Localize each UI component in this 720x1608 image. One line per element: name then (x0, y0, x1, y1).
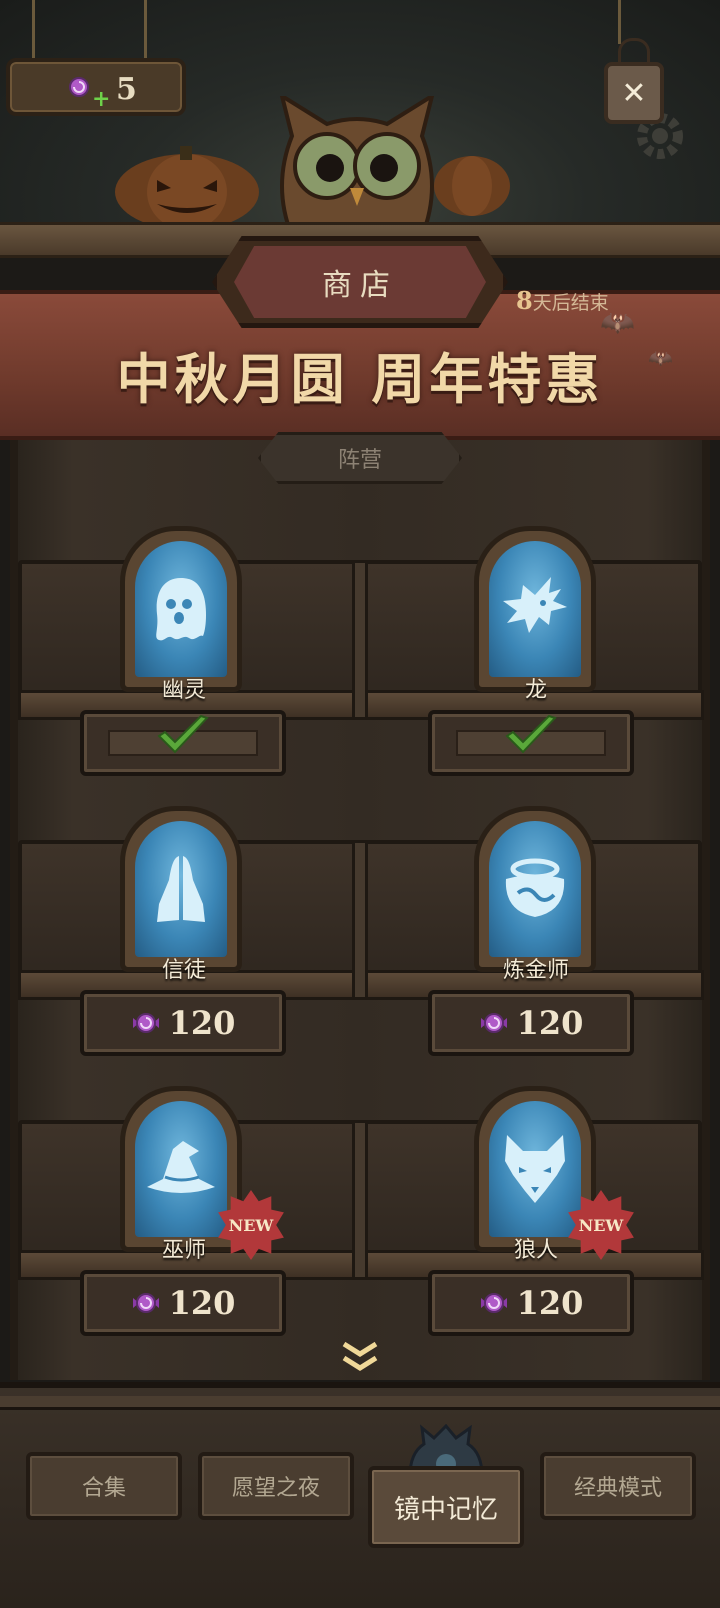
shop-item-believer[interactable] (120, 806, 242, 972)
price: 120 (516, 1284, 584, 1322)
checkmark-icon (157, 714, 209, 754)
days-left: 8 (516, 286, 533, 315)
item-label: 幽灵 (161, 678, 206, 703)
item-card-glass (489, 1101, 581, 1237)
item-card-glass (135, 1101, 227, 1237)
tab-faction[interactable]: 阵营 (258, 432, 462, 484)
rope (32, 0, 35, 62)
candy-icon (480, 1013, 507, 1033)
event-countdown: 8天后结束 (516, 286, 609, 315)
tab-wish-night[interactable]: 愿望之夜 (198, 1452, 354, 1520)
item-label: 信徒 (161, 958, 206, 983)
dragon-icon (503, 577, 567, 633)
close-icon: ✕ (621, 75, 647, 111)
scroll-down-icon[interactable] (336, 1340, 384, 1374)
shop-item-wizard[interactable] (120, 1086, 242, 1252)
candy-icon (132, 1013, 159, 1033)
candy-icon (480, 1293, 507, 1313)
tab-classic-mode[interactable]: 经典模式 (540, 1452, 696, 1520)
price: 120 (168, 1004, 236, 1042)
item-card-glass (489, 821, 581, 957)
pumpkin-icon (434, 156, 510, 216)
add-icon: + (92, 86, 111, 112)
shop-item-dragon[interactable] (474, 526, 596, 692)
check-plank (456, 714, 606, 756)
shop-item-alchemist[interactable] (474, 806, 596, 972)
owned-indicator (80, 710, 286, 776)
candy-icon (132, 1293, 159, 1313)
buy-button[interactable]: 120 (80, 1270, 286, 1336)
check-plank (108, 714, 258, 756)
shop-title: 商店 (234, 246, 486, 318)
buy-button[interactable]: 120 (428, 1270, 634, 1336)
rope (144, 0, 147, 62)
header-scene (0, 0, 720, 250)
item-card-glass (135, 541, 227, 677)
item-label: 炼金师 (502, 958, 569, 983)
shop-item-ghost[interactable] (120, 526, 242, 692)
item-card-glass (489, 541, 581, 677)
tab-mirror-memory[interactable]: 镜中记忆 (368, 1466, 524, 1548)
buy-button[interactable]: 120 (80, 990, 286, 1056)
owned-indicator (428, 710, 634, 776)
wolf-icon (505, 1135, 565, 1203)
price: 120 (516, 1004, 584, 1042)
shelf-divider (352, 840, 368, 1000)
owl-icon (279, 96, 435, 236)
rope (618, 0, 621, 44)
shelf-divider (352, 1120, 368, 1280)
currency-amount: 5 (116, 72, 137, 107)
shelf-divider (352, 560, 368, 720)
days-suffix: 天后结束 (532, 292, 609, 314)
item-label: 龙 (524, 678, 547, 703)
wizard-hat-icon (147, 1141, 215, 1193)
buy-button[interactable]: 120 (428, 990, 634, 1056)
tab-collection[interactable]: 合集 (26, 1452, 182, 1520)
praying-hands-icon (157, 856, 205, 922)
price: 120 (168, 1284, 236, 1322)
item-label: 巫师 (161, 1238, 206, 1263)
close-button[interactable]: ✕ (604, 62, 664, 124)
candy-currency-counter[interactable]: + 5 (6, 58, 186, 116)
pumpkin-icon (115, 146, 259, 230)
item-card-glass (135, 821, 227, 957)
item-label: 狼人 (513, 1238, 558, 1263)
ghost-icon (156, 578, 206, 641)
candy-icon (69, 77, 89, 97)
cauldron-icon (505, 858, 565, 917)
nav-rail (0, 1396, 720, 1410)
event-title: 中秋月圆 周年特惠 (116, 347, 604, 411)
checkmark-icon (505, 714, 557, 754)
